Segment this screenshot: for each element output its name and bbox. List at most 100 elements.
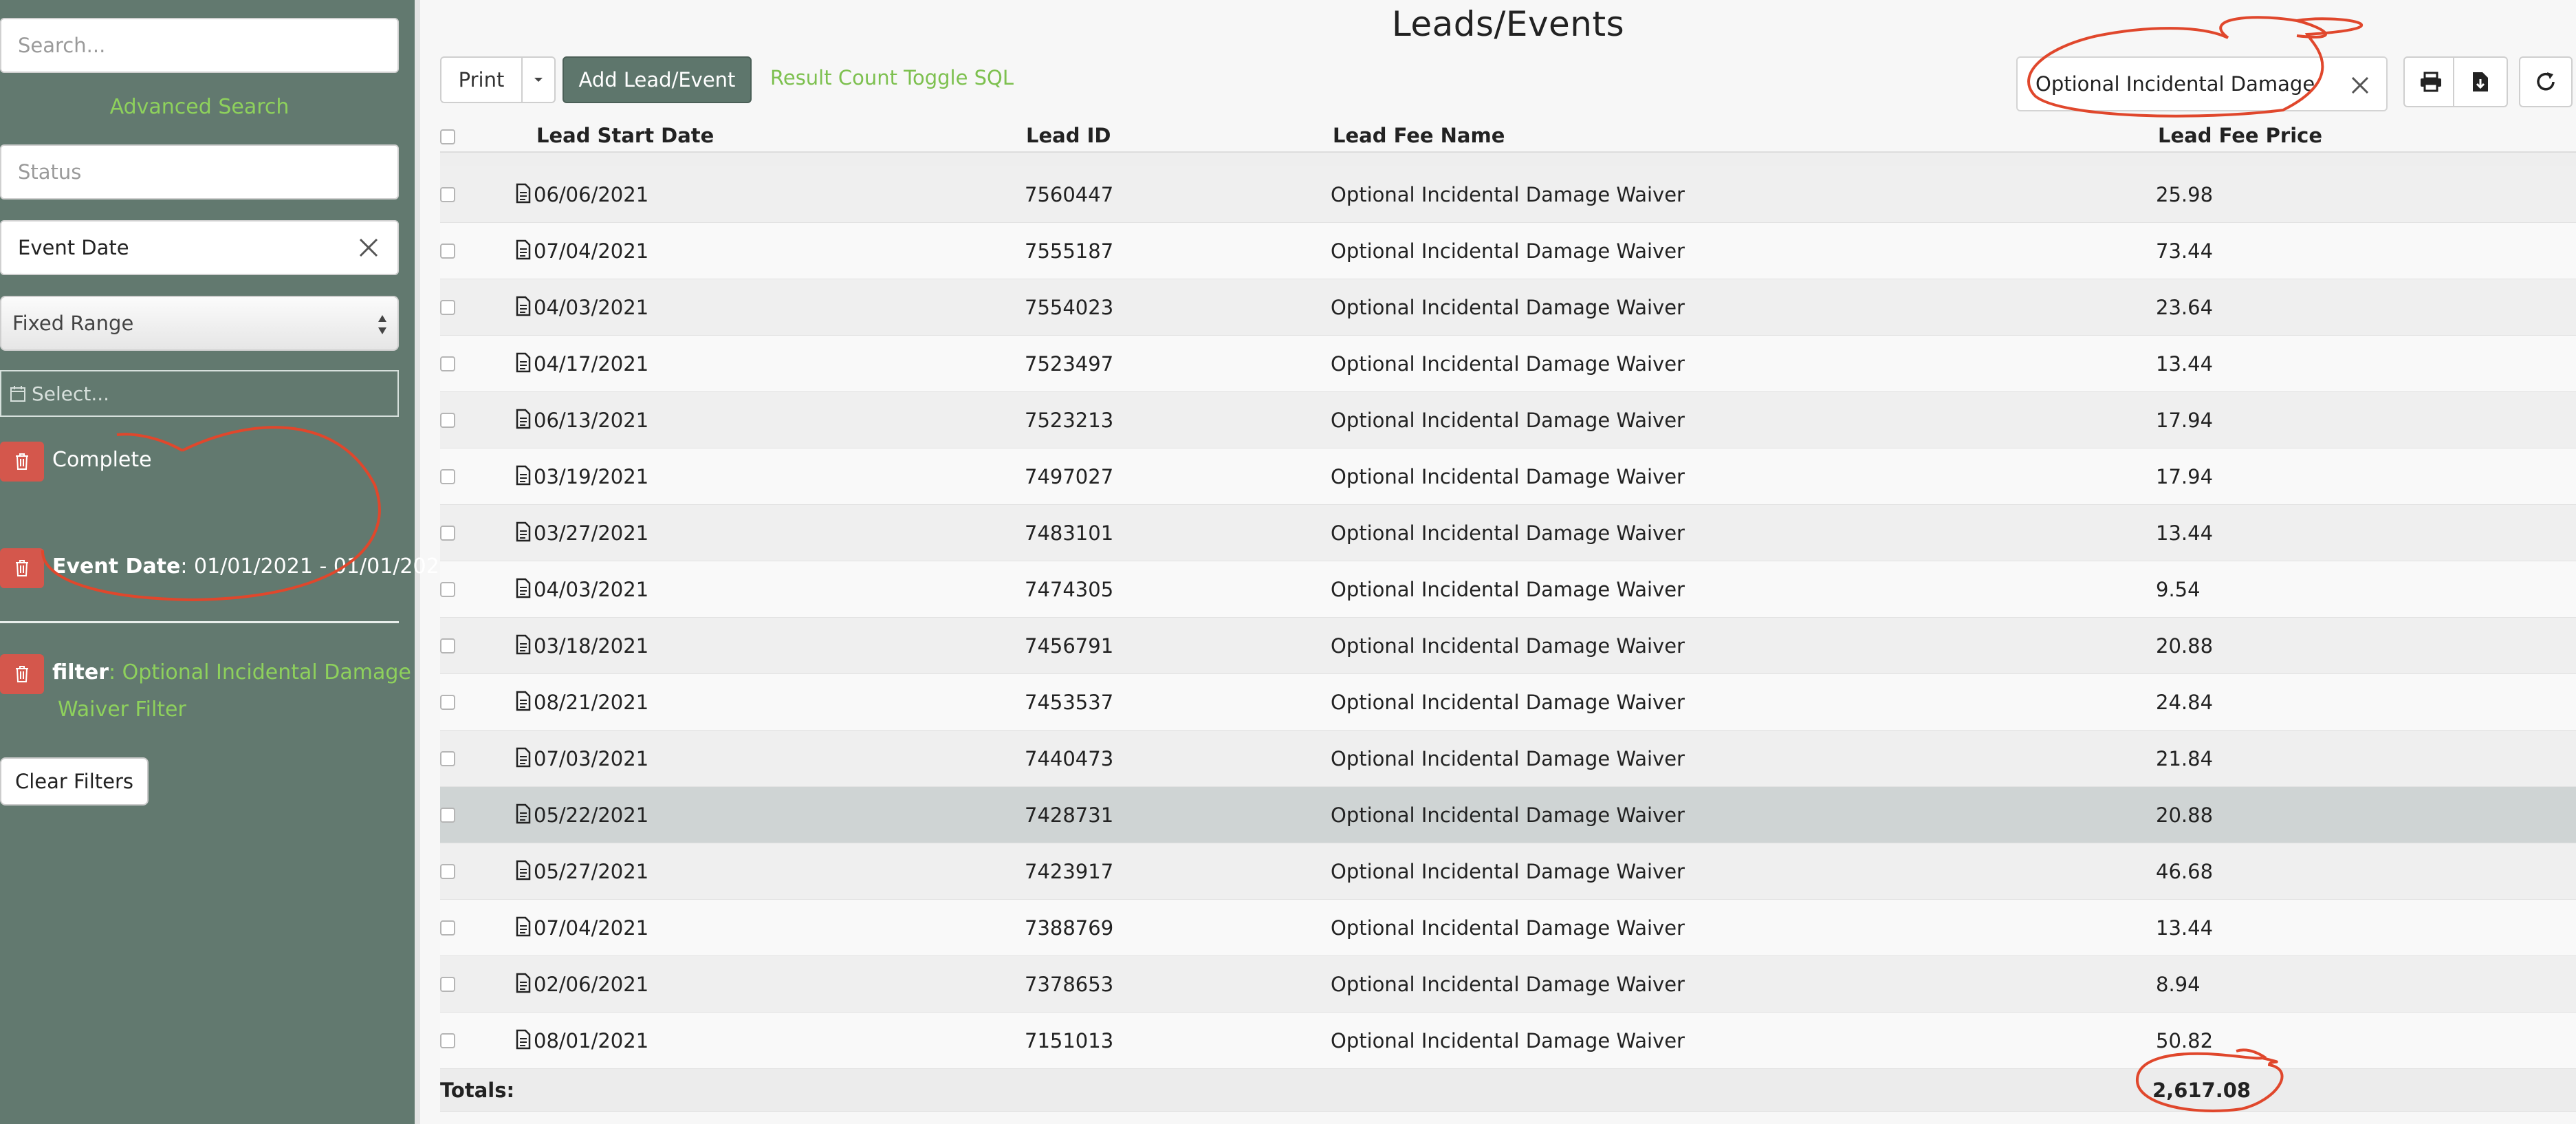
document-icon[interactable] <box>516 691 531 711</box>
table-row[interactable]: 04/03/2021 7474305 Optional Incidental Dam… <box>440 561 2576 618</box>
table-row[interactable]: 06/06/2021 7560447 Optional Incidental Dam… <box>440 166 2576 223</box>
row-checkbox[interactable] <box>440 300 455 315</box>
table-header: Lead Start Date Lead ID Lead Fee Name Le… <box>440 121 2576 153</box>
col-lead-fee-name[interactable]: Lead Fee Name <box>1333 124 1505 147</box>
status-input[interactable]: Status <box>0 144 399 199</box>
row-checkbox[interactable] <box>440 469 455 484</box>
col-lead-fee-price[interactable]: Lead Fee Price <box>2158 124 2322 147</box>
range-select[interactable]: Fixed Range <box>0 296 399 351</box>
document-icon[interactable] <box>516 1029 531 1050</box>
print-menu-toggle[interactable] <box>521 56 556 103</box>
row-checkbox[interactable] <box>440 526 455 541</box>
row-checkbox[interactable] <box>440 244 455 259</box>
cell-lead-fee-price: 13.44 <box>2156 916 2214 940</box>
table-row[interactable]: 02/06/2021 7378653 Optional Incidental Dam… <box>440 956 2576 1013</box>
sidebar-search-input[interactable]: Search... <box>0 18 399 73</box>
trash-icon <box>16 666 28 682</box>
document-icon[interactable] <box>516 409 531 429</box>
cell-lead-fee-name: Optional Incidental Damage Waiver <box>1331 409 1685 432</box>
select-all-checkbox[interactable] <box>440 129 455 144</box>
document-icon[interactable] <box>516 352 531 373</box>
remove-filter-button[interactable] <box>0 442 44 482</box>
event-date-field-value: Event Date <box>18 236 129 259</box>
export-button[interactable] <box>2453 56 2508 107</box>
remove-filter-button[interactable] <box>0 548 44 588</box>
refresh-button[interactable] <box>2519 56 2573 107</box>
table-search-input[interactable]: Optional Incidental Damage <box>2016 56 2388 111</box>
row-checkbox[interactable] <box>440 808 455 823</box>
document-icon[interactable] <box>516 239 531 260</box>
row-checkbox[interactable] <box>440 920 455 936</box>
select-arrows-icon <box>378 315 386 334</box>
table-row[interactable]: 04/17/2021 7523497 Optional Incidental Dam… <box>440 336 2576 392</box>
document-icon[interactable] <box>516 973 531 993</box>
table-row[interactable]: 07/04/2021 7555187 Optional Incidental Dam… <box>440 223 2576 279</box>
cell-lead-fee-name: Optional Incidental Damage Waiver <box>1331 691 1685 714</box>
cell-lead-fee-name: Optional Incidental Damage Waiver <box>1331 183 1685 206</box>
cell-lead-id: 7388769 <box>1025 916 1114 940</box>
trash-icon <box>16 453 28 470</box>
col-lead-start-date[interactable]: Lead Start Date <box>536 124 714 147</box>
table-row[interactable]: 03/18/2021 7456791 Optional Incidental Dam… <box>440 618 2576 674</box>
table-row[interactable]: 07/04/2021 7388769 Optional Incidental Dam… <box>440 900 2576 956</box>
cell-lead-fee-name: Optional Incidental Damage Waiver <box>1331 578 1685 601</box>
cell-lead-fee-name: Optional Incidental Damage Waiver <box>1331 352 1685 376</box>
row-checkbox[interactable] <box>440 356 455 371</box>
cell-lead-fee-name: Optional Incidental Damage Waiver <box>1331 634 1685 658</box>
cell-lead-start-date: 02/06/2021 <box>534 973 649 996</box>
row-checkbox[interactable] <box>440 582 455 597</box>
close-icon[interactable] <box>355 234 382 261</box>
table-row[interactable]: 06/13/2021 7523213 Optional Incidental Dam… <box>440 392 2576 448</box>
row-checkbox[interactable] <box>440 864 455 879</box>
table-row[interactable]: 07/03/2021 7440473 Optional Incidental Dam… <box>440 731 2576 787</box>
document-icon[interactable] <box>516 465 531 486</box>
cell-lead-fee-price: 20.88 <box>2156 803 2214 827</box>
row-checkbox[interactable] <box>440 638 455 653</box>
filter-text: Event Date: 01/01/2021 - 01/01/2022 <box>52 548 452 585</box>
cell-lead-fee-name: Optional Incidental Damage Waiver <box>1331 239 1685 263</box>
clear-filters-button[interactable]: Clear Filters <box>0 757 149 806</box>
print-button[interactable]: Print <box>440 56 523 103</box>
row-checkbox[interactable] <box>440 1033 455 1048</box>
document-icon[interactable] <box>516 521 531 542</box>
cell-lead-start-date: 03/18/2021 <box>534 634 649 658</box>
event-date-field[interactable]: Event Date <box>0 220 399 275</box>
totals-value: 2,617.08 <box>2152 1079 2251 1102</box>
row-checkbox[interactable] <box>440 751 455 766</box>
table-row[interactable]: 05/22/2021 7428731 Optional Incidental Dam… <box>440 787 2576 843</box>
advanced-search-link[interactable]: Advanced Search <box>0 95 399 119</box>
document-icon[interactable] <box>516 803 531 824</box>
row-checkbox[interactable] <box>440 413 455 428</box>
table-row[interactable]: 03/27/2021 7483101 Optional Incidental Dam… <box>440 505 2576 561</box>
filter-value: : 01/01/2021 - 01/01/2022 <box>180 554 452 579</box>
table-row[interactable]: 05/27/2021 7423917 Optional Incidental Dam… <box>440 843 2576 900</box>
cell-lead-fee-price: 46.68 <box>2156 860 2214 883</box>
document-icon[interactable] <box>516 747 531 768</box>
row-checkbox[interactable] <box>440 977 455 992</box>
export-icon <box>2473 72 2488 91</box>
document-icon[interactable] <box>516 183 531 204</box>
result-count-toggle-link[interactable]: Result Count Toggle SQL <box>770 66 1014 89</box>
document-icon[interactable] <box>516 916 531 937</box>
document-icon[interactable] <box>516 296 531 316</box>
print-table-button[interactable] <box>2403 56 2458 107</box>
cell-lead-fee-name: Optional Incidental Damage Waiver <box>1331 916 1685 940</box>
date-range-picker[interactable]: Select... <box>0 370 399 417</box>
cell-lead-fee-price: 21.84 <box>2156 747 2214 770</box>
table-row[interactable]: 03/19/2021 7497027 Optional Incidental Dam… <box>440 448 2576 505</box>
cell-lead-id: 7453537 <box>1025 691 1114 714</box>
row-checkbox[interactable] <box>440 695 455 710</box>
document-icon[interactable] <box>516 860 531 880</box>
table-row[interactable]: 04/03/2021 7554023 Optional Incidental Dam… <box>440 279 2576 336</box>
range-select-value: Fixed Range <box>12 312 134 335</box>
document-icon[interactable] <box>516 634 531 655</box>
table-row[interactable]: 08/21/2021 7453537 Optional Incidental Dam… <box>440 674 2576 731</box>
add-lead-event-button[interactable]: Add Lead/Event <box>563 56 752 103</box>
col-lead-id[interactable]: Lead ID <box>1026 124 1111 147</box>
document-icon[interactable] <box>516 578 531 598</box>
close-icon[interactable] <box>2346 72 2374 99</box>
row-checkbox[interactable] <box>440 187 455 202</box>
cell-lead-start-date: 06/13/2021 <box>534 409 649 432</box>
table-row[interactable]: 08/01/2021 7151013 Optional Incidental Dam… <box>440 1013 2576 1069</box>
remove-filter-button[interactable] <box>0 654 44 694</box>
